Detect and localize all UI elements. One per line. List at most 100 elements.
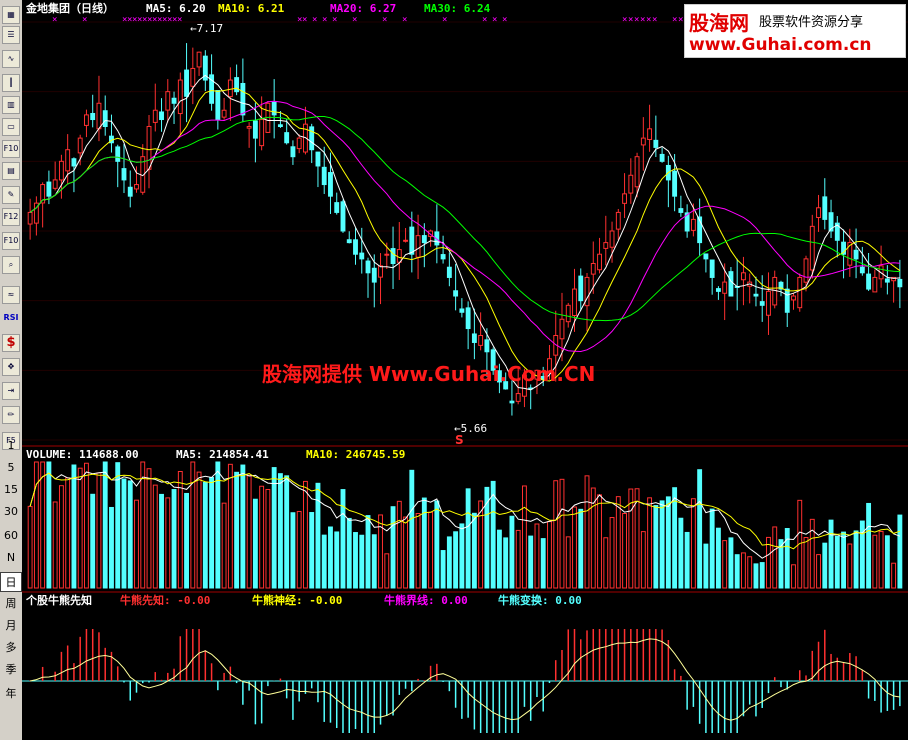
- candle-body: [471, 333, 477, 343]
- site-logo[interactable]: 股海网 股票软件资源分享 www.Guhai.com.cn: [684, 4, 906, 58]
- period-年[interactable]: 年: [0, 684, 22, 704]
- period-季[interactable]: 季: [0, 660, 22, 680]
- volume-bar: [828, 519, 834, 589]
- ma30-readout: MA30: 6.24: [424, 2, 491, 15]
- indicator-jiexian: 牛熊界线: 0.00: [384, 594, 468, 607]
- volume-bar: [522, 485, 527, 589]
- signal-cross: ×: [652, 15, 657, 25]
- f10-icon[interactable]: F10: [2, 140, 20, 158]
- candle-icon[interactable]: ┃: [2, 74, 20, 92]
- volume-bar: [703, 543, 709, 589]
- export-icon[interactable]: ⇥: [2, 382, 20, 400]
- volume-bar: [753, 563, 759, 589]
- volume-bar: [227, 463, 233, 589]
- bars-icon[interactable]: ▥: [2, 96, 20, 114]
- candle-body: [809, 225, 815, 271]
- candle-body: [791, 295, 796, 301]
- volume-bar: [565, 536, 571, 589]
- move-icon[interactable]: ✥: [2, 358, 20, 376]
- notes-icon[interactable]: ✎: [2, 186, 20, 204]
- candle-body: [728, 271, 734, 297]
- period-日[interactable]: 日: [0, 572, 22, 592]
- grid-icon[interactable]: ▦: [2, 6, 20, 24]
- line-chart-icon[interactable]: ∿: [2, 50, 20, 68]
- candle-body: [884, 278, 890, 283]
- window-icon[interactable]: ▭: [2, 118, 20, 136]
- candle-body: [440, 254, 446, 260]
- candle-body: [152, 109, 158, 123]
- volume-bar: [822, 542, 828, 589]
- volume-bar: [584, 475, 590, 589]
- volume-bar: [403, 516, 408, 589]
- volume-ma10-readout: MA10: 246745.59: [306, 448, 406, 461]
- volume-bar: [259, 485, 265, 589]
- period-N[interactable]: N: [0, 548, 22, 568]
- volume-ma5-readout: MA5: 214854.41: [176, 448, 269, 461]
- period-月[interactable]: 月: [0, 616, 22, 636]
- volume-bar: [384, 553, 390, 589]
- candle-body: [146, 126, 152, 170]
- candle-body: [565, 304, 571, 323]
- volume-bar: [328, 526, 333, 589]
- candle-body: [252, 120, 258, 139]
- volume-bar: [866, 502, 872, 589]
- volume-bar: [847, 543, 853, 589]
- pen-icon[interactable]: ✏: [2, 406, 20, 424]
- period-30[interactable]: 30: [0, 502, 22, 522]
- period-多[interactable]: 多: [0, 638, 22, 658]
- volume-bar: [309, 512, 315, 589]
- candle-body: [678, 208, 684, 213]
- f10-alt-icon[interactable]: F10: [2, 232, 20, 250]
- volume-bar: [678, 517, 684, 589]
- candle-body: [58, 160, 64, 181]
- rsi-icon[interactable]: RSI: [2, 310, 20, 328]
- candle-body: [27, 211, 33, 225]
- candle-body: [296, 137, 302, 150]
- signal-cross: ×: [177, 15, 182, 25]
- period-周[interactable]: 周: [0, 594, 22, 614]
- volume-bar: [672, 487, 678, 589]
- period-15[interactable]: 15: [0, 480, 22, 500]
- candle-body: [65, 149, 71, 172]
- list-icon[interactable]: ☰: [2, 26, 20, 44]
- candle-body: [96, 102, 102, 130]
- volume-bar: [371, 534, 377, 589]
- volume-bar: [127, 480, 133, 589]
- period-5[interactable]: 5: [0, 458, 22, 478]
- candle-body: [184, 69, 189, 97]
- volume-bar: [365, 515, 371, 589]
- candle-body: [46, 181, 52, 197]
- volume-bar: [234, 471, 240, 589]
- volume-bar: [640, 531, 646, 589]
- logo-tagline: 股票软件资源分享: [759, 15, 864, 30]
- dollar-icon[interactable]: $: [2, 334, 20, 352]
- period-60[interactable]: 60: [0, 526, 22, 546]
- search-icon[interactable]: ⌕: [2, 256, 20, 274]
- volume-bar: [690, 498, 696, 589]
- volume-bar: [665, 496, 671, 589]
- candle-body: [177, 79, 183, 115]
- volume-bar: [171, 489, 177, 589]
- volume-bar: [803, 537, 809, 589]
- signal-cross: ×: [622, 15, 627, 25]
- volume-bar: [33, 461, 39, 589]
- volume-bar: [440, 550, 446, 589]
- volume-bar: [553, 480, 559, 589]
- candle-body: [759, 301, 765, 306]
- volume-bar: [96, 472, 102, 589]
- candle-body: [797, 276, 803, 309]
- signal-cross: ×: [640, 15, 645, 25]
- volume-bar: [734, 554, 740, 589]
- candle-body: [390, 248, 396, 265]
- candle-body: [284, 132, 290, 144]
- volume-bar: [102, 461, 108, 589]
- f12-icon[interactable]: F12: [2, 208, 20, 226]
- wave-icon[interactable]: ≈: [2, 286, 20, 304]
- signal-cross: ×: [628, 15, 633, 25]
- candle-body: [378, 265, 383, 278]
- volume-bar: [509, 515, 515, 589]
- signal-cross: ×: [52, 15, 57, 25]
- period-1[interactable]: 1: [0, 436, 22, 456]
- doc-icon[interactable]: ▤: [2, 162, 20, 180]
- candle-body: [628, 174, 634, 194]
